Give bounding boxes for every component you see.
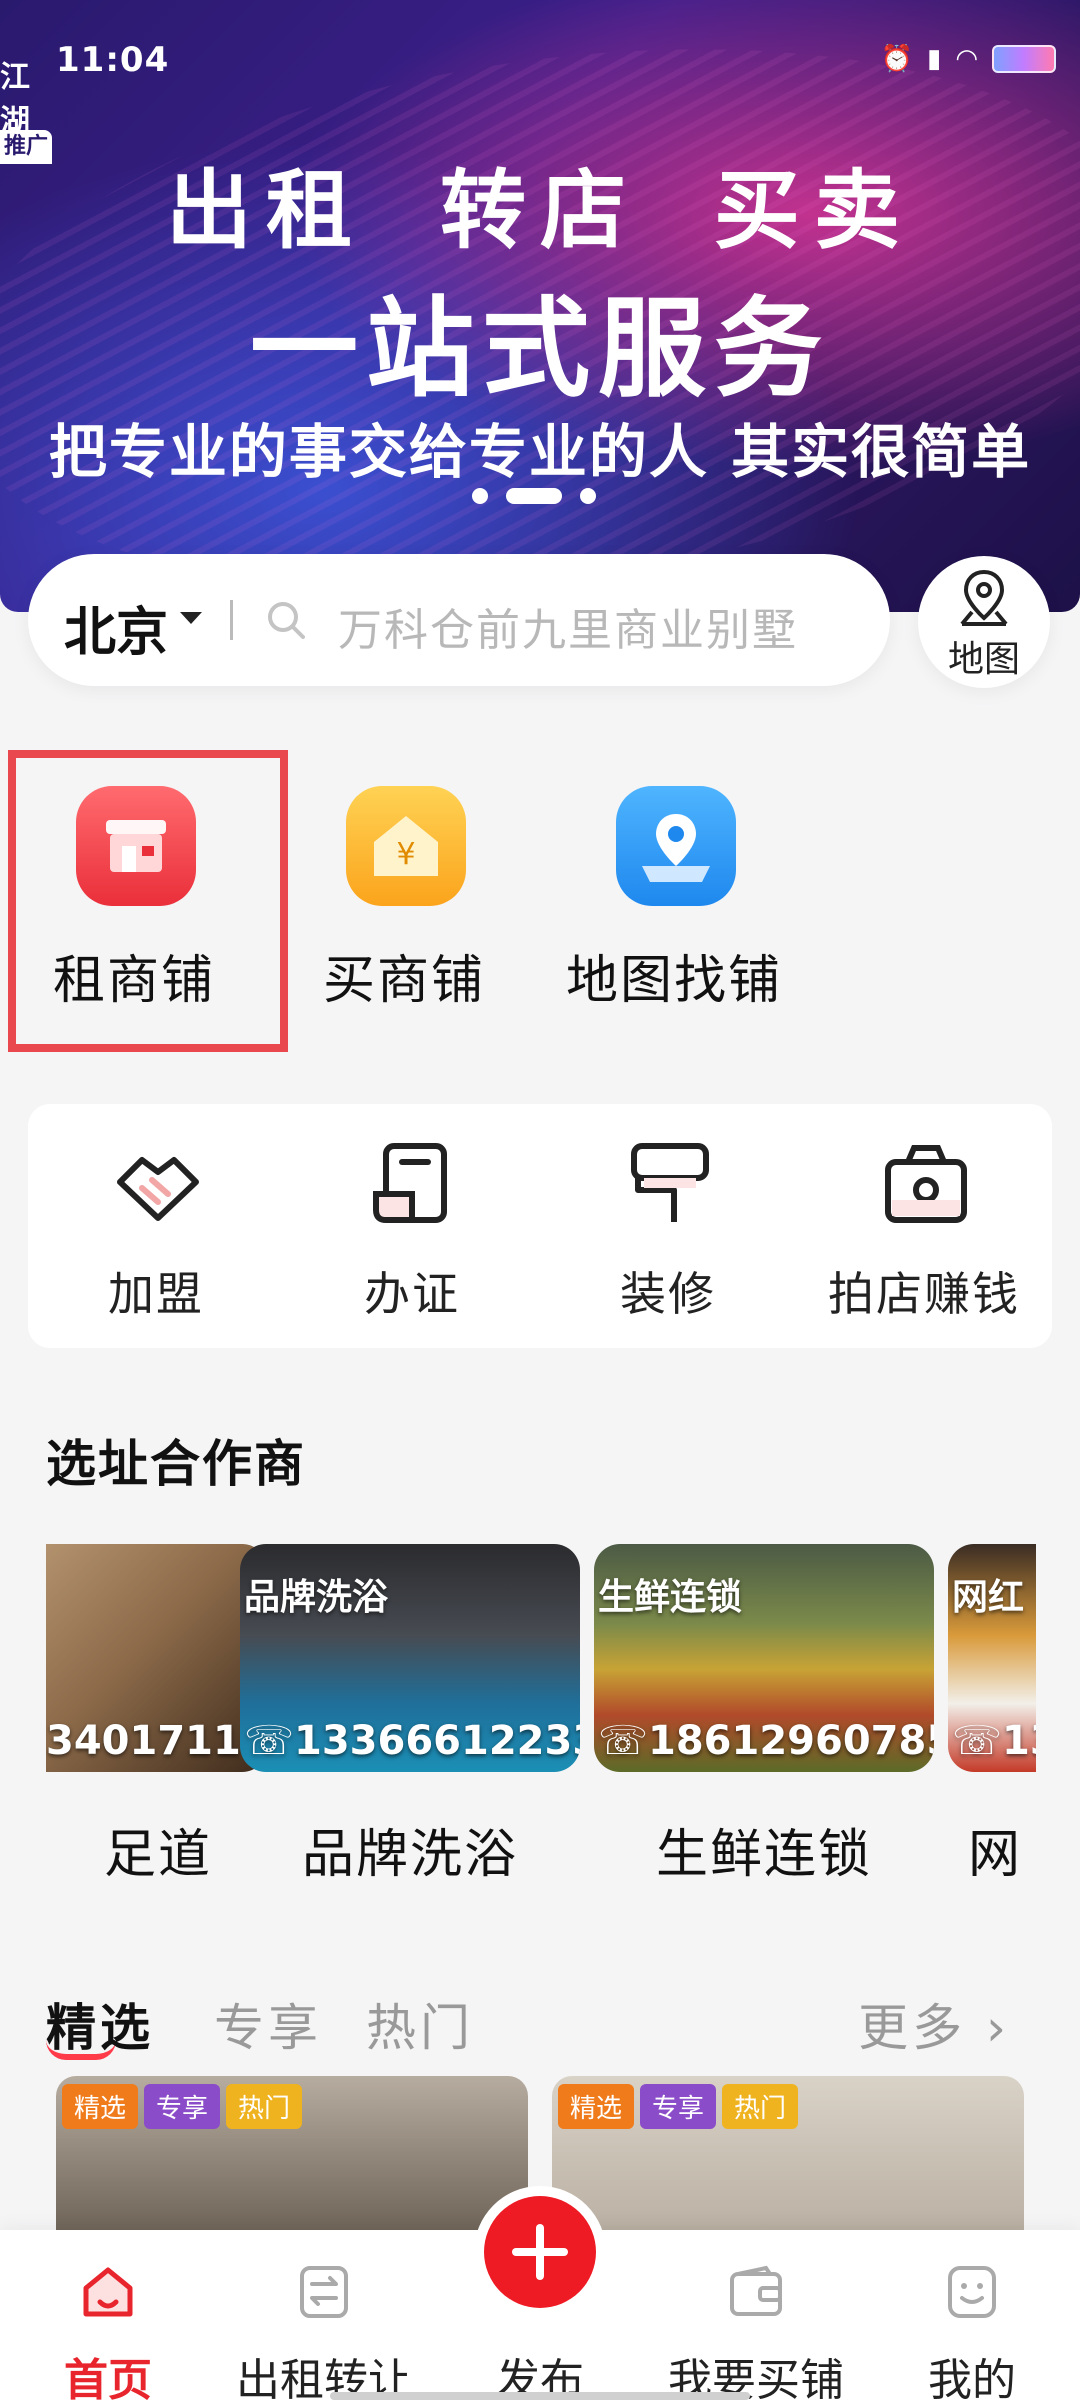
- partner-tag: 网红: [952, 1577, 1025, 1618]
- partner-tag: 生鲜连锁: [598, 1577, 743, 1618]
- nav-rent-transfer[interactable]: 出租转让: [216, 2264, 432, 2406]
- battery-icon: [992, 45, 1056, 73]
- status-icons: ⏰ ▮ ◠: [881, 44, 1056, 74]
- partner-phone: ☏13: [952, 1718, 1036, 1764]
- listing-badges: 精选 专享 热门: [558, 2084, 799, 2129]
- search-input[interactable]: 万科仓前九里商业别墅: [338, 594, 798, 658]
- listing-badges: 精选 专享 热门: [62, 2084, 303, 2129]
- app-logo: 江湖 推广: [0, 38, 54, 164]
- map-pin-icon: [960, 569, 1008, 626]
- publish-button-circle[interactable]: [484, 2196, 596, 2308]
- partner-card[interactable]: 品牌洗浴 ☏13366612233: [240, 1544, 580, 1772]
- services-card: 加盟 办证 装修 拍店赚钱: [28, 1104, 1052, 1348]
- camera-icon: [885, 1145, 967, 1223]
- promo-banner[interactable]: 江湖 推广 11:04 ⏰ ▮ ◠ 出租 转店 买卖 一站式服务 把专业的事交给…: [0, 0, 1080, 612]
- partner-name: 网: [968, 1825, 1023, 1885]
- partner-card[interactable]: 3401711: [46, 1544, 268, 1772]
- nav-label: 我的: [928, 2355, 1016, 2406]
- category-label: 地图找铺: [565, 951, 782, 1011]
- banner-headline: 出租 转店 买卖: [166, 161, 914, 261]
- service-label: 加盟: [108, 1267, 204, 1321]
- search-icon: [268, 602, 305, 639]
- badge-exclusive: 专享: [640, 2084, 717, 2129]
- nav-profile[interactable]: 我的: [864, 2264, 1080, 2406]
- publish-button[interactable]: [474, 2186, 606, 2318]
- badge-featured: 精选: [558, 2084, 635, 2129]
- service-label: 办证: [364, 1267, 460, 1321]
- chevron-down-icon[interactable]: [180, 612, 202, 624]
- plus-icon: [512, 2224, 568, 2280]
- wallet-icon: [730, 2265, 782, 2316]
- paint-roller-icon: [631, 1143, 709, 1222]
- wifi-icon: ◠: [955, 44, 978, 74]
- search-bar[interactable]: 北京 万科仓前九里商业别墅: [28, 554, 890, 686]
- nav-home[interactable]: 首页: [0, 2264, 216, 2406]
- tab-featured[interactable]: 精选: [46, 1988, 154, 2060]
- handshake-icon: [117, 1157, 199, 1221]
- partner-name: 品牌洗浴: [301, 1825, 518, 1885]
- carousel-dot: [472, 488, 488, 504]
- logo-text-top: 江湖: [0, 60, 30, 139]
- home-icon: [83, 2267, 133, 2317]
- nav-label: 首页: [64, 2355, 152, 2406]
- carousel-indicator: [472, 488, 596, 504]
- partner-card[interactable]: 网红 ☏13: [948, 1544, 1036, 1772]
- house-yen-icon: ¥: [346, 786, 466, 906]
- map-button[interactable]: 地图: [918, 556, 1050, 688]
- tab-exclusive[interactable]: 专享: [214, 1988, 322, 2060]
- badge-hot: 热门: [722, 2084, 799, 2129]
- home-indicator: [330, 2392, 750, 2400]
- category-label: 买商铺: [322, 951, 485, 1011]
- partners-carousel[interactable]: 3401711 品牌洗浴 ☏13366612233 生鲜连锁 ☏18612960…: [46, 1544, 1036, 1904]
- banner-title: 一站式服务: [249, 287, 830, 412]
- service-label: 拍店赚钱: [828, 1267, 1020, 1321]
- divider: [230, 600, 233, 640]
- feed-tabs: 精选 专享 热门 更多 ›: [46, 1988, 1036, 2068]
- service-label: 装修: [620, 1267, 716, 1321]
- badge-hot: 热门: [226, 2084, 303, 2129]
- partner-name: 生鲜连锁: [655, 1825, 872, 1885]
- alarm-icon: ⏰: [880, 44, 913, 74]
- highlight-box: [8, 750, 288, 1052]
- carousel-dot: [580, 488, 596, 504]
- carousel-dot-active: [506, 488, 562, 504]
- badge-featured: 精选: [62, 2084, 139, 2129]
- partner-phone: ☏13366612233: [244, 1718, 580, 1764]
- partner-name: 足道: [103, 1825, 212, 1885]
- status-time: 11:04: [56, 40, 170, 80]
- certificate-icon: [373, 1143, 447, 1223]
- swap-icon: [300, 2266, 348, 2318]
- map-pin-icon: [616, 786, 736, 906]
- service-franchise[interactable]: 加盟: [28, 1128, 284, 1338]
- badge-exclusive: 专享: [144, 2084, 221, 2129]
- category-map-shop[interactable]: 地图找铺: [554, 766, 794, 1026]
- map-button-label: 地图: [947, 639, 1020, 680]
- tab-hot[interactable]: 热门: [366, 1988, 474, 2060]
- partner-card[interactable]: 生鲜连锁 ☏18612960785: [594, 1544, 934, 1772]
- nav-buy-shop[interactable]: 我要买铺: [648, 2264, 864, 2406]
- partner-tag: 品牌洗浴: [244, 1577, 389, 1618]
- city-selector[interactable]: 北京: [64, 590, 168, 665]
- service-photo-earn[interactable]: 拍店赚钱: [796, 1128, 1052, 1338]
- partners-title: 选址合作商: [46, 1435, 306, 1493]
- svg-text:¥: ¥: [396, 837, 415, 872]
- partner-phone: ☏18612960785: [598, 1718, 934, 1764]
- smile-icon: [948, 2266, 996, 2318]
- signal-icon: ▮: [927, 44, 942, 74]
- banner-slogan: 把专业的事交给专业的人 其实很简单: [48, 418, 1032, 486]
- service-license[interactable]: 办证: [284, 1128, 540, 1338]
- more-link[interactable]: 更多 ›: [858, 1988, 1010, 2060]
- category-buy-shop[interactable]: ¥ 买商铺: [284, 766, 524, 1026]
- partner-phone: 3401711: [46, 1718, 241, 1764]
- service-renovation[interactable]: 装修: [540, 1128, 796, 1338]
